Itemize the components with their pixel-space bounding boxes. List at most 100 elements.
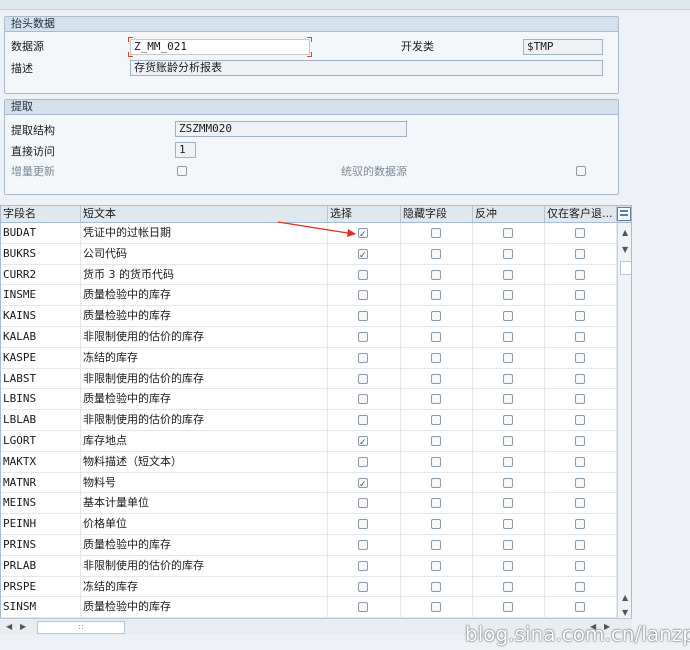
hidden-checkbox[interactable] [431,477,441,488]
inversion-checkbox[interactable] [503,498,513,509]
delta-update-checkbox[interactable] [177,166,187,176]
inversion-checkbox[interactable] [503,581,513,592]
inversion-checkbox[interactable] [503,352,513,363]
inversion-checkbox[interactable] [503,435,513,446]
selection-checkbox[interactable] [358,602,368,613]
inversion-checkbox[interactable] [503,248,513,259]
table-row[interactable]: INSME 质量检验中的库存 [1,285,617,307]
selection-checkbox[interactable] [358,434,368,451]
vertical-scrollbar[interactable]: ▲ ▼ ▲ ▼ [617,223,631,621]
table-row[interactable]: MEINS 基本计量单位 [1,493,617,515]
hidden-checkbox[interactable] [431,539,441,550]
inversion-checkbox[interactable] [503,560,513,571]
inversion-checkbox[interactable] [503,539,513,550]
devclass-field[interactable]: $TMP [523,39,603,55]
client-only-checkbox[interactable] [575,456,585,467]
scroll-right-icon[interactable]: ▶ [20,622,26,631]
inversion-checkbox[interactable] [503,602,513,613]
hidden-checkbox[interactable] [431,519,441,530]
inversion-checkbox[interactable] [503,269,513,280]
table-row[interactable]: LBLAB 非限制使用的估价的库存 [1,410,617,431]
table-row[interactable]: LGORT 库存地点 [1,430,617,452]
client-only-checkbox[interactable] [575,560,585,571]
scroll-up-icon[interactable]: ▲ [622,228,628,237]
inversion-checkbox[interactable] [503,373,513,384]
client-only-checkbox[interactable] [575,602,585,613]
hidden-checkbox[interactable] [431,435,441,446]
table-row[interactable]: BUKRS 公司代码 [1,243,617,265]
inversion-checkbox[interactable] [503,394,513,405]
hidden-checkbox[interactable] [431,311,441,322]
scroll-thumb[interactable] [620,261,631,275]
selection-checkbox[interactable] [358,581,368,592]
selection-checkbox[interactable] [358,311,368,322]
col-header-hidden[interactable]: 隐藏字段 [401,206,473,222]
inversion-checkbox[interactable] [503,290,513,301]
client-only-checkbox[interactable] [575,415,585,426]
table-row[interactable]: MAKTX 物料描述（短文本） [1,451,617,473]
selection-checkbox[interactable] [358,415,368,426]
table-row[interactable]: MATNR 物料号 [1,472,617,494]
hidden-checkbox[interactable] [431,290,441,301]
table-row[interactable]: KASPE 冻结的库存 [1,347,617,369]
col-header-inversion[interactable]: 反冲 [473,206,545,222]
table-row[interactable]: PRSPE 冻结的库存 [1,576,617,598]
selection-checkbox[interactable] [358,373,368,384]
selection-checkbox[interactable] [358,519,368,530]
datasource-field[interactable]: Z_MM_021 [130,39,310,55]
selection-checkbox[interactable] [358,352,368,363]
hidden-checkbox[interactable] [431,602,441,613]
inversion-checkbox[interactable] [503,311,513,322]
selection-checkbox[interactable] [358,247,368,264]
hidden-checkbox[interactable] [431,373,441,384]
scroll-up-icon[interactable]: ▲ [622,593,628,602]
client-only-checkbox[interactable] [575,311,585,322]
client-only-checkbox[interactable] [575,331,585,342]
client-only-checkbox[interactable] [575,352,585,363]
table-row[interactable]: PRLAB 非限制使用的估价的库存 [1,555,617,577]
inversion-checkbox[interactable] [503,415,513,426]
hidden-checkbox[interactable] [431,498,441,509]
inversion-checkbox[interactable] [503,477,513,488]
extract-struct-field[interactable]: ZSZMM020 [175,121,407,137]
client-only-checkbox[interactable] [575,373,585,384]
client-only-checkbox[interactable] [575,269,585,280]
client-only-checkbox[interactable] [575,435,585,446]
client-only-checkbox[interactable] [575,290,585,301]
client-only-checkbox[interactable] [575,477,585,488]
table-row[interactable]: LBINS 质量检验中的库存 [1,389,617,411]
table-row[interactable]: LABST 非限制使用的估价的库存 [1,368,617,390]
scroll-down-icon[interactable]: ▼ [622,245,628,254]
table-settings-icon[interactable] [617,207,631,221]
hidden-checkbox[interactable] [431,352,441,363]
selection-checkbox[interactable] [358,476,368,492]
table-row[interactable]: PRINS 质量检验中的库存 [1,534,617,556]
scroll-down-icon[interactable]: ▼ [622,608,628,617]
hidden-checkbox[interactable] [431,581,441,592]
hidden-checkbox[interactable] [431,248,441,259]
client-only-checkbox[interactable] [575,539,585,550]
hidden-checkbox[interactable] [431,228,441,238]
hidden-checkbox[interactable] [431,331,441,342]
table-row[interactable]: KAINS 质量检验中的库存 [1,306,617,327]
verified-source-checkbox[interactable] [576,166,586,176]
client-only-checkbox[interactable] [575,228,585,238]
table-row[interactable]: PEINH 价格单位 [1,514,617,535]
hidden-checkbox[interactable] [431,415,441,426]
hidden-checkbox[interactable] [431,394,441,405]
col-header-client-only[interactable]: 仅在客户退... [545,206,617,222]
selection-checkbox[interactable] [358,539,368,550]
inversion-checkbox[interactable] [503,228,513,238]
table-row[interactable]: KALAB 非限制使用的估价的库存 [1,326,617,348]
desc-field[interactable]: 存货账龄分析报表 [130,60,603,76]
selection-checkbox[interactable] [358,331,368,342]
selection-checkbox[interactable] [358,498,368,509]
selection-checkbox[interactable] [358,394,368,405]
selection-checkbox[interactable] [358,560,368,571]
client-only-checkbox[interactable] [575,498,585,509]
selection-checkbox[interactable] [358,456,368,467]
direct-access-field[interactable]: 1 [175,142,196,158]
inversion-checkbox[interactable] [503,331,513,342]
hidden-checkbox[interactable] [431,560,441,571]
hidden-checkbox[interactable] [431,456,441,467]
